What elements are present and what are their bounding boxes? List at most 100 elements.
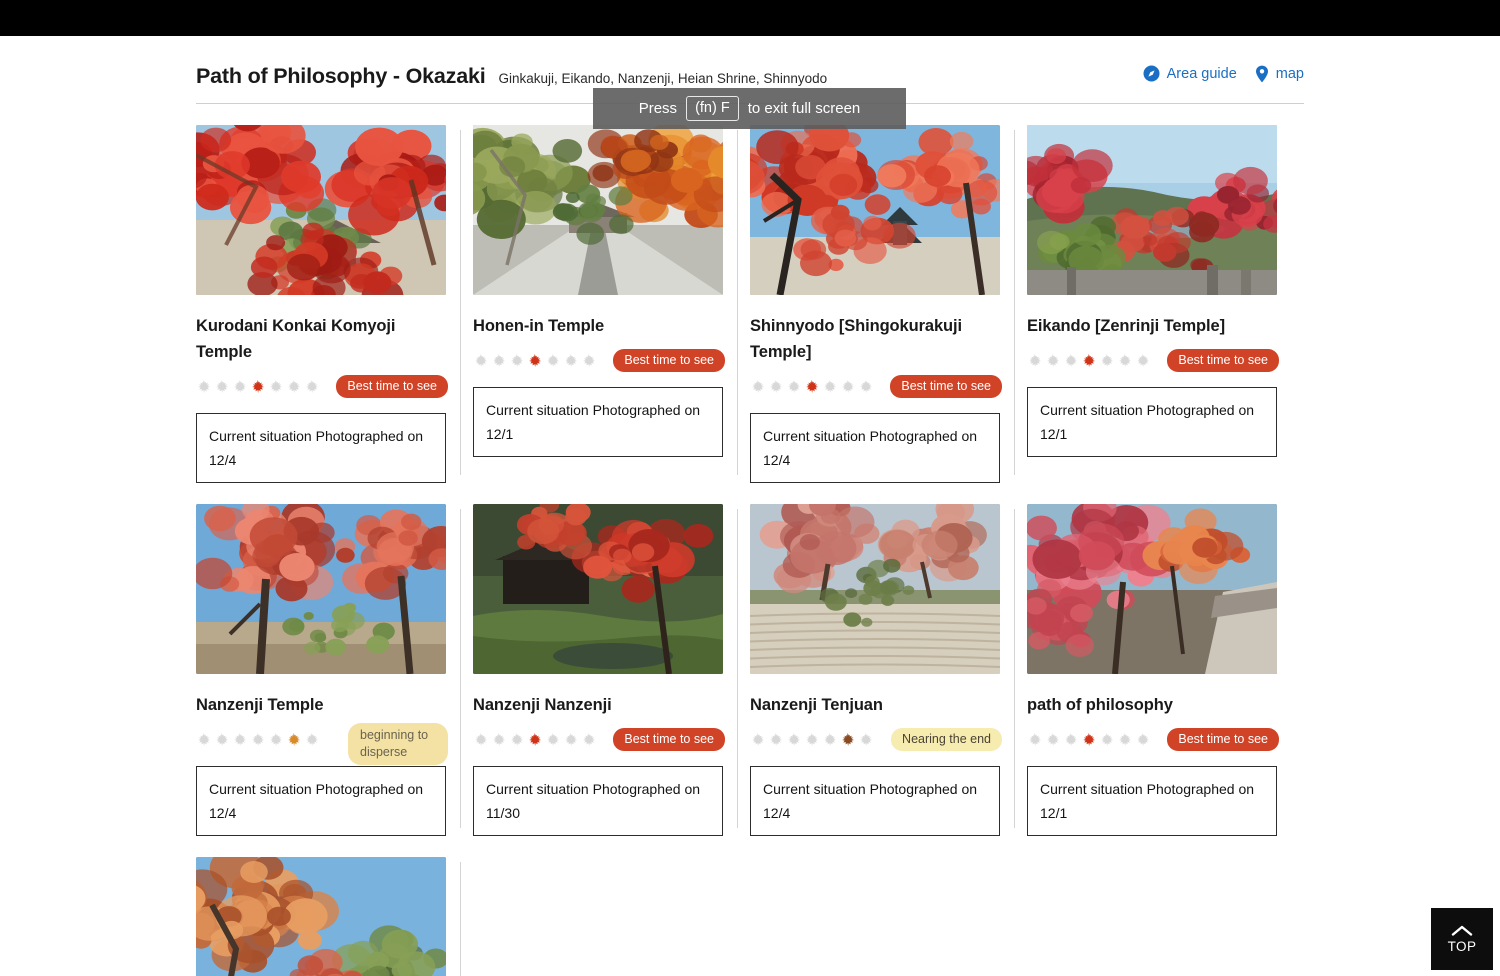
maple-leaf-icon xyxy=(491,732,506,747)
maple-leaf-icon xyxy=(858,732,873,747)
spot-title[interactable]: Honen-in Temple xyxy=(473,313,725,339)
spot-thumbnail[interactable] xyxy=(750,504,1000,675)
map-pin-icon xyxy=(1255,65,1269,83)
foliage-rating-leaves xyxy=(1027,353,1150,368)
maple-leaf-icon xyxy=(804,732,819,747)
spot-card: Eikando [Zenrinji Temple] Best time to s… xyxy=(1027,104,1304,483)
maple-leaf-icon xyxy=(509,732,524,747)
foliage-rating-row: Nearing the end xyxy=(750,727,1002,751)
spot-thumbnail[interactable] xyxy=(196,857,446,976)
spot-card: Nanzenji Temple beginning to disperse Cur… xyxy=(196,483,473,837)
spot-thumbnail[interactable] xyxy=(1027,504,1277,675)
maple-leaf-icon xyxy=(768,732,783,747)
maple-leaf-icon xyxy=(1027,353,1042,368)
maple-leaf-icon xyxy=(563,732,578,747)
spot-title[interactable]: Shinnyodo [Shingokurakuji Temple] xyxy=(750,313,1002,365)
foliage-rating-leaves xyxy=(196,379,319,394)
photo-caption: Current situation Photographed on 12/4 xyxy=(750,413,1000,484)
foliage-rating-row: Best time to see xyxy=(473,348,725,372)
status-badge: Best time to see xyxy=(613,348,725,372)
maple-leaf-icon xyxy=(768,379,783,394)
foliage-rating-leaves xyxy=(750,379,873,394)
maple-leaf-icon xyxy=(750,379,765,394)
maple-leaf-icon-active xyxy=(250,379,265,394)
spot-title[interactable]: Nanzenji Nanzenji xyxy=(473,692,725,718)
maple-leaf-icon xyxy=(214,732,229,747)
spot-card: Shinnyodo [Shingokurakuji Temple] Best t… xyxy=(750,104,1027,484)
page-title: Path of Philosophy - Okazaki xyxy=(196,64,486,88)
map-link[interactable]: map xyxy=(1255,65,1304,83)
maple-leaf-icon xyxy=(232,732,247,747)
back-to-top-button[interactable]: TOP xyxy=(1431,908,1493,970)
photo-caption: Current situation Photographed on 11/30 xyxy=(473,766,723,837)
back-to-top-label: TOP xyxy=(1447,939,1477,955)
photo-caption: Current situation Photographed on 12/4 xyxy=(750,766,1000,837)
toast-prefix: Press xyxy=(638,100,678,117)
maple-leaf-icon xyxy=(268,732,283,747)
maple-leaf-icon xyxy=(581,732,596,747)
spot-card: Nanzenji Tenjuan Nearing the end Current … xyxy=(750,483,1027,837)
maple-leaf-icon xyxy=(268,379,283,394)
spot-thumbnail[interactable] xyxy=(196,504,446,675)
header-links: Area guide map xyxy=(1143,65,1304,83)
maple-leaf-icon-active xyxy=(804,379,819,394)
maple-leaf-icon xyxy=(750,732,765,747)
fullscreen-exit-toast: Press (fn) F to exit full screen xyxy=(593,88,906,129)
spot-card: Kurodani Konkai Komyoji Temple Best time… xyxy=(196,104,473,484)
app-root: Path of Philosophy - Okazaki Ginkakuji, … xyxy=(0,0,1500,976)
foliage-rating-leaves xyxy=(750,732,873,747)
maple-leaf-icon-active xyxy=(840,732,855,747)
maple-leaf-icon xyxy=(1099,732,1114,747)
area-guide-link[interactable]: Area guide xyxy=(1143,65,1237,82)
spot-thumbnail[interactable] xyxy=(473,125,723,295)
foliage-rating-leaves xyxy=(473,353,596,368)
spot-title[interactable]: path of philosophy xyxy=(1027,692,1279,718)
maple-leaf-icon xyxy=(196,732,211,747)
compass-icon xyxy=(1143,65,1160,82)
maple-leaf-icon xyxy=(1063,353,1078,368)
maple-leaf-icon xyxy=(214,379,229,394)
spot-title[interactable]: Nanzenji Tenjuan xyxy=(750,692,1002,718)
spot-title[interactable]: Nanzenji Temple xyxy=(196,692,448,718)
status-badge: Best time to see xyxy=(613,727,725,751)
photo-caption: Current situation Photographed on 12/1 xyxy=(1027,387,1277,458)
spot-thumbnail[interactable] xyxy=(196,125,446,295)
maple-leaf-icon xyxy=(858,379,873,394)
photo-caption: Current situation Photographed on 12/1 xyxy=(473,387,723,458)
maple-leaf-icon xyxy=(563,353,578,368)
foliage-rating-row: Best time to see xyxy=(196,374,448,398)
maple-leaf-icon-active xyxy=(1081,353,1096,368)
maple-leaf-icon-active xyxy=(527,732,542,747)
maple-leaf-icon xyxy=(1135,353,1150,368)
photo-caption: Current situation Photographed on 12/4 xyxy=(196,766,446,837)
maple-leaf-icon xyxy=(250,732,265,747)
status-badge: Best time to see xyxy=(1167,727,1279,751)
spot-card: path of philosophy Best time to see Curre… xyxy=(1027,483,1304,837)
page-header: Path of Philosophy - Okazaki Ginkakuji, … xyxy=(196,36,1304,89)
page-subtitle: Ginkakuji, Eikando, Nanzenji, Heian Shri… xyxy=(498,71,828,86)
maple-leaf-icon-active xyxy=(1081,732,1096,747)
status-badge: Best time to see xyxy=(336,374,448,398)
maple-leaf-icon xyxy=(1045,353,1060,368)
maple-leaf-icon xyxy=(840,379,855,394)
maple-leaf-icon-active xyxy=(527,353,542,368)
maple-leaf-icon xyxy=(232,379,247,394)
spot-card: Honen-in Temple Best time to see Current … xyxy=(473,104,750,483)
maple-leaf-icon xyxy=(473,732,488,747)
maple-leaf-icon xyxy=(1063,732,1078,747)
spot-thumbnail[interactable] xyxy=(750,125,1000,295)
maple-leaf-icon-active xyxy=(286,732,301,747)
spot-title[interactable]: Kurodani Konkai Komyoji Temple xyxy=(196,313,448,365)
foliage-rating-row: Best time to see xyxy=(1027,348,1279,372)
spot-thumbnail[interactable] xyxy=(1027,125,1277,295)
maple-leaf-icon xyxy=(581,353,596,368)
spot-title[interactable]: Eikando [Zenrinji Temple] xyxy=(1027,313,1279,339)
maple-leaf-icon xyxy=(786,379,801,394)
maple-leaf-icon xyxy=(1135,732,1150,747)
foliage-rating-row: Best time to see xyxy=(1027,727,1279,751)
maple-leaf-icon xyxy=(304,379,319,394)
spot-card xyxy=(196,836,473,976)
maple-leaf-icon xyxy=(822,379,837,394)
foliage-rating-leaves xyxy=(196,732,319,747)
spot-thumbnail[interactable] xyxy=(473,504,723,675)
